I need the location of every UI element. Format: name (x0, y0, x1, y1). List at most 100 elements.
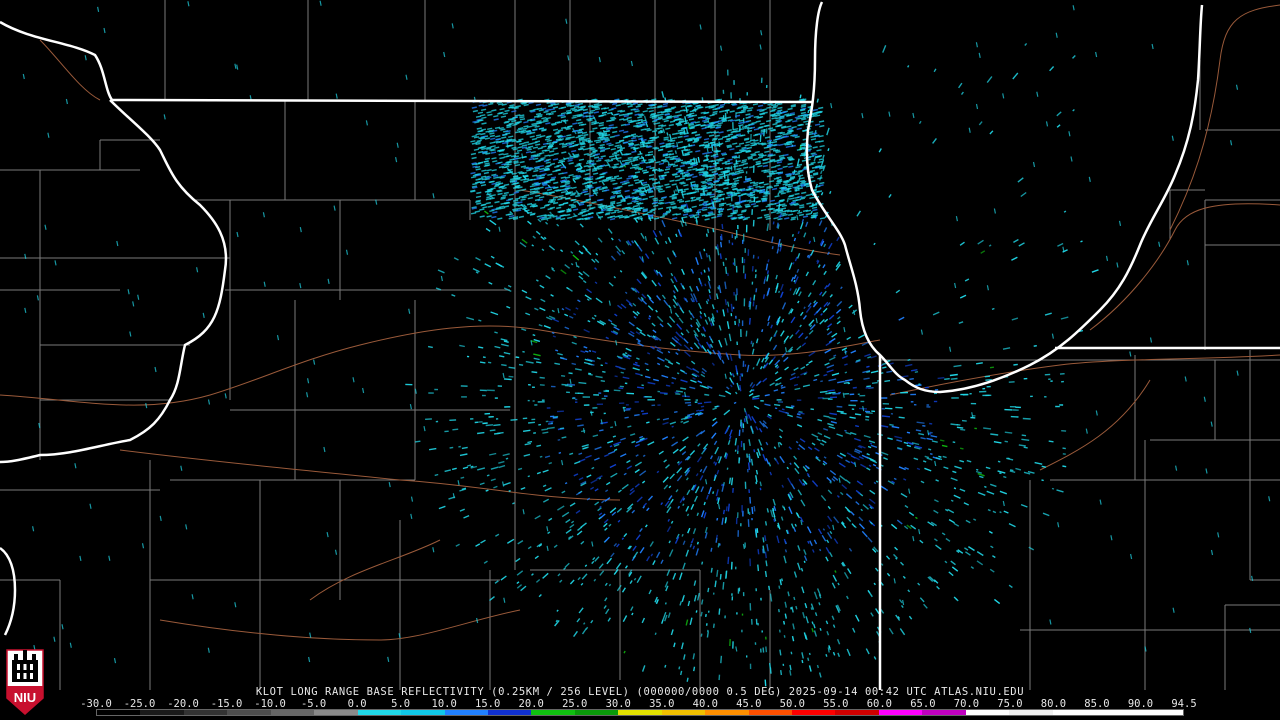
echo-speck (658, 113, 664, 116)
echo-speck (710, 141, 716, 144)
echo-speck (583, 622, 586, 625)
echo-speck (593, 111, 600, 114)
echo-speck (507, 168, 513, 172)
echo-speck (733, 182, 739, 185)
echo-speck (591, 122, 597, 126)
echo-speck (600, 155, 606, 158)
echo-speck (634, 361, 638, 364)
echo-speck (703, 171, 709, 175)
echo-speck (478, 104, 484, 107)
echo-speck (612, 182, 618, 186)
echo-speck (884, 379, 891, 383)
echo-speck (694, 124, 700, 127)
echo-speck (775, 118, 781, 122)
echo-speck (772, 104, 779, 108)
echo-speck (508, 217, 514, 220)
echo-speck (761, 143, 767, 146)
echo-speck (477, 111, 484, 115)
echo-speck (763, 183, 769, 186)
echo-speck (618, 129, 625, 133)
echo-speck (736, 189, 743, 192)
echo-speck (558, 194, 564, 198)
echo-speck (531, 371, 538, 374)
echo-speck (493, 176, 499, 180)
echo-speck (752, 188, 758, 192)
echo-speck (801, 107, 807, 110)
echo-speck (475, 132, 481, 136)
echo-speck (725, 506, 728, 512)
echo-speck (500, 196, 507, 199)
echo-speck (566, 111, 572, 114)
echo-speck (689, 215, 696, 219)
echo-speck (479, 215, 485, 218)
echo-speck (705, 233, 708, 237)
echo-speck (528, 101, 534, 105)
echo-speck (549, 162, 556, 166)
echo-speck (716, 569, 719, 577)
echo-speck (800, 152, 807, 155)
echo-speck (675, 110, 681, 114)
echo-speck (692, 213, 698, 217)
echo-speck (753, 181, 759, 185)
echo-speck (559, 114, 566, 117)
echo-speck (547, 213, 554, 217)
echo-speck (780, 384, 784, 387)
echo-speck (479, 146, 485, 149)
echo-speck (726, 145, 733, 149)
echo-speck (774, 403, 781, 407)
echo-speck (660, 158, 667, 162)
echo-speck (799, 177, 805, 180)
echo-speck (571, 116, 577, 119)
echo-speck (712, 491, 715, 494)
echo-speck (497, 192, 503, 196)
echo-speck (671, 382, 674, 384)
echo-speck (733, 192, 740, 195)
echo-speck (544, 138, 551, 141)
echo-speck (484, 157, 491, 161)
echo-speck (695, 104, 702, 108)
echo-speck (615, 104, 621, 107)
echo-speck (750, 141, 756, 145)
echo-speck (744, 203, 750, 207)
echo-speck (1048, 440, 1054, 443)
echo-speck (784, 613, 787, 619)
echo-speck (546, 142, 552, 145)
echo-speck (538, 109, 544, 112)
echo-speck (803, 183, 810, 187)
echo-speck (553, 181, 559, 185)
echo-speck (597, 215, 604, 219)
echo-speck (718, 608, 721, 615)
echo-speck (592, 149, 598, 153)
echo-speck (746, 199, 752, 202)
echo-speck (1013, 363, 1018, 366)
echo-speck (521, 196, 527, 199)
echo-speck (524, 209, 530, 212)
echo-speck (757, 189, 763, 193)
echo-speck (740, 110, 746, 114)
echo-speck (614, 144, 620, 148)
echo-speck (724, 109, 730, 112)
echo-speck (786, 187, 792, 190)
echo-speck (907, 358, 911, 361)
echo-speck (806, 254, 810, 258)
echo-speck (626, 116, 632, 120)
echo-speck (717, 159, 723, 162)
echo-speck (493, 424, 501, 427)
echo-speck (589, 162, 595, 165)
echo-speck (950, 499, 954, 502)
echo-speck (661, 174, 667, 177)
echo-speck (695, 196, 702, 200)
echo-speck (774, 407, 778, 410)
echo-speck (548, 422, 553, 425)
echo-speck (716, 106, 723, 109)
echo-speck (487, 361, 492, 364)
echo-speck (516, 140, 522, 143)
echo-speck (649, 136, 656, 139)
echo-speck (621, 162, 627, 166)
echo-speck (1063, 210, 1067, 213)
echo-speck (844, 429, 847, 432)
echo-speck (680, 205, 686, 209)
echo-speck (616, 177, 623, 180)
echo-speck (672, 173, 678, 177)
echo-speck (503, 205, 510, 208)
